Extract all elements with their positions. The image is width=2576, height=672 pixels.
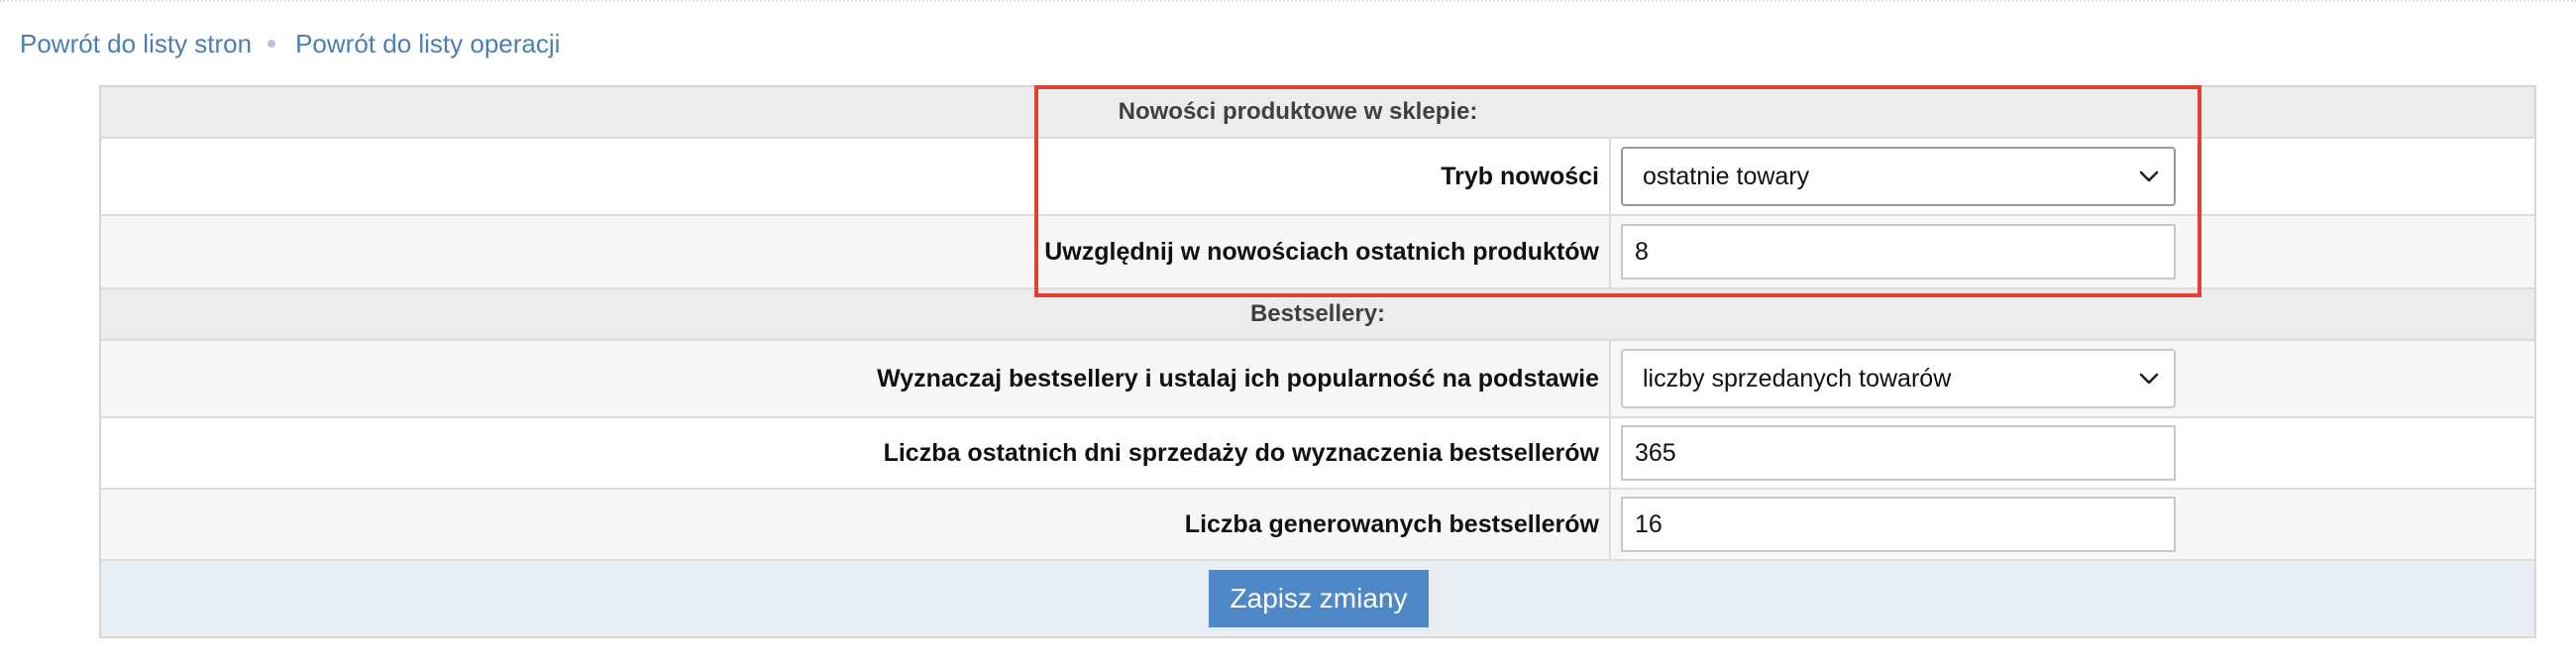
new-products-mode-cell: ostatnie towary <box>1611 139 2534 214</box>
section-header-new-products: Nowości produktowe w sklepie: <box>101 87 2534 139</box>
bestsellers-basis-select[interactable]: liczby sprzedanych towarów <box>1621 349 2176 408</box>
chevron-down-icon <box>2138 166 2160 187</box>
bestsellers-basis-label: Wyznaczaj bestsellery i ustalaj ich popu… <box>101 341 1611 416</box>
new-products-mode-label: Tryb nowości <box>101 139 1611 214</box>
bestsellers-generated-input[interactable] <box>1621 497 2176 552</box>
new-products-count-label: Uwzględnij w nowościach ostatnich produk… <box>101 216 1611 287</box>
new-products-count-input[interactable] <box>1621 224 2176 280</box>
row-bestsellers-generated: Liczba generowanych bestsellerów <box>101 490 2534 561</box>
form-actions-row: Zapisz zmiany <box>101 561 2534 636</box>
bestsellers-basis-selected-value: liczby sprzedanych towarów <box>1643 364 1952 392</box>
breadcrumb: Powrót do listy stron Powrót do listy op… <box>20 24 560 63</box>
bestsellers-days-input[interactable] <box>1621 425 2176 481</box>
bestsellers-days-label: Liczba ostatnich dni sprzedaży do wyznac… <box>101 418 1611 488</box>
new-products-count-cell <box>1611 216 2534 287</box>
bestsellers-generated-label: Liczba generowanych bestsellerów <box>101 490 1611 559</box>
row-new-products-mode: Tryb nowości ostatnie towary <box>101 139 2534 216</box>
bestsellers-generated-cell <box>1611 490 2534 559</box>
row-bestsellers-days: Liczba ostatnich dni sprzedaży do wyznac… <box>101 418 2534 490</box>
row-bestsellers-basis: Wyznaczaj bestsellery i ustalaj ich popu… <box>101 341 2534 418</box>
bestsellers-days-cell <box>1611 418 2534 488</box>
back-to-operations-link[interactable]: Powrót do listy operacji <box>295 29 560 59</box>
section-header-bestsellers: Bestsellery: <box>101 289 2534 341</box>
row-new-products-count: Uwzględnij w nowościach ostatnich produk… <box>101 216 2534 289</box>
bestsellers-basis-cell: liczby sprzedanych towarów <box>1611 341 2534 416</box>
settings-table: Nowości produktowe w sklepie: Tryb nowoś… <box>99 85 2536 638</box>
back-to-pages-link[interactable]: Powrót do listy stron <box>20 29 252 59</box>
chevron-down-icon <box>2138 368 2160 390</box>
breadcrumb-separator <box>268 40 276 48</box>
save-changes-button[interactable]: Zapisz zmiany <box>1209 570 1429 627</box>
new-products-mode-select[interactable]: ostatnie towary <box>1621 147 2176 206</box>
top-dotted-divider <box>0 0 2576 2</box>
new-products-mode-selected-value: ostatnie towary <box>1643 162 1810 190</box>
